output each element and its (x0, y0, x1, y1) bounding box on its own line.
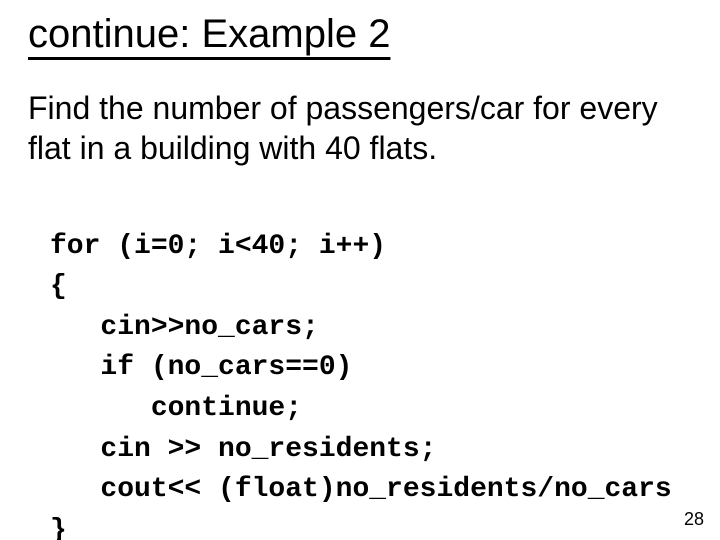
code-line: { (50, 271, 67, 302)
code-line: continue; (50, 393, 302, 424)
code-line: } (50, 515, 67, 540)
code-line: for (i=0; i<40; i++) (50, 231, 386, 262)
code-line: cin>>no_cars; (50, 312, 319, 343)
code-line: if (no_cars==0) (50, 352, 352, 383)
slide: continue: Example 2 Find the number of p… (0, 0, 720, 540)
code-line: cin >> no_residents; (50, 434, 436, 465)
page-number: 28 (684, 509, 704, 530)
code-block: for (i=0; i<40; i++) { cin>>no_cars; if … (50, 186, 692, 540)
problem-statement: Find the number of passengers/car for ev… (28, 88, 692, 168)
code-line: cout<< (float)no_residents/no_cars (50, 474, 672, 505)
slide-title: continue: Example 2 (28, 10, 692, 58)
